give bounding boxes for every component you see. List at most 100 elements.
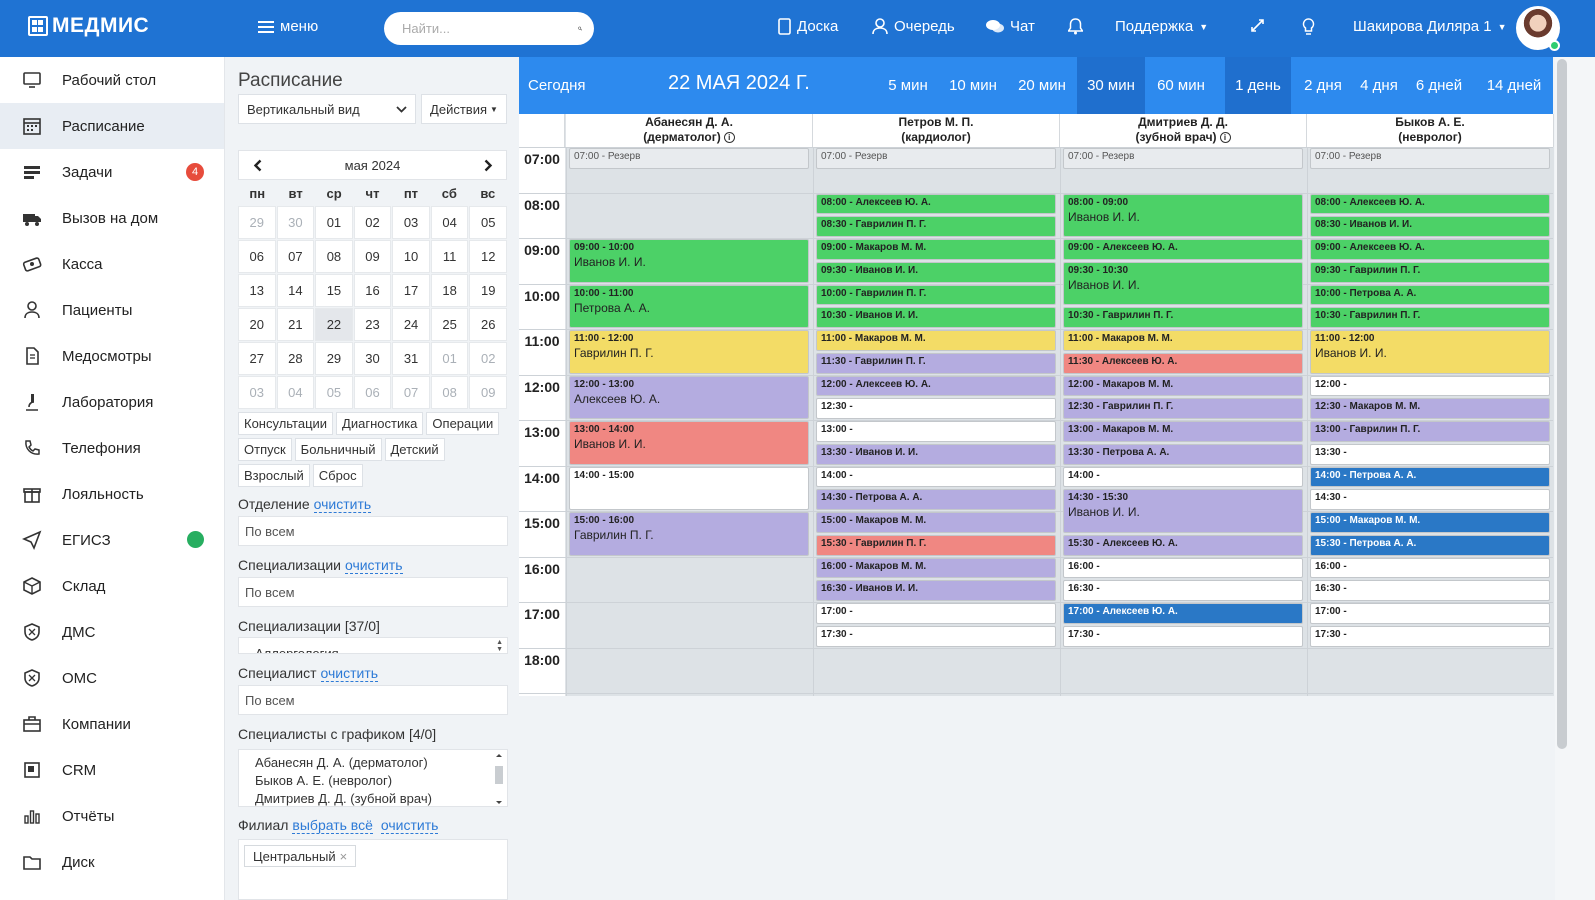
appointment-slot[interactable]: 10:30 - Иванов И. И. <box>816 307 1056 328</box>
appointment-slot[interactable]: 08:00 - 09:00 Иванов И. И. <box>1063 193 1303 237</box>
doctor-column-header[interactable]: Абанесян Д. А. (дерматолог) i <box>566 114 813 147</box>
calendar-day[interactable]: 15 <box>315 274 353 307</box>
appointment-slot[interactable]: 12:30 - Гаврилин П. Г. <box>1063 398 1303 419</box>
sidebar-item[interactable]: Пациенты <box>0 287 224 333</box>
specialist-select[interactable]: По всем <box>238 685 508 715</box>
filter-tag[interactable]: Консультации <box>238 412 334 435</box>
search-icon[interactable] <box>578 21 582 36</box>
sidebar-item[interactable]: Расписание <box>0 103 224 149</box>
nav-board[interactable]: Доска <box>778 18 838 35</box>
appointment-slot[interactable]: 08:00 - Алексеев Ю. А. <box>1310 193 1550 215</box>
nav-chat[interactable]: Чат <box>986 18 1035 35</box>
calendar-day[interactable]: 29 <box>238 206 276 239</box>
calendar-day[interactable]: 16 <box>353 274 392 307</box>
calendar-day[interactable]: 19 <box>469 274 507 307</box>
appointment-slot[interactable]: 14:00 - 15:00 <box>569 466 809 510</box>
sidebar-item[interactable]: Отчёты <box>0 793 224 839</box>
fullscreen-button[interactable] <box>1250 18 1265 33</box>
appointment-slot[interactable]: 09:30 - Иванов И. И. <box>816 261 1056 283</box>
appointment-slot[interactable]: 16:00 - Макаров М. М. <box>816 557 1056 579</box>
appointment-slot[interactable]: 07:00 - Резерв <box>816 148 1056 169</box>
calendar-day[interactable]: 18 <box>430 274 469 307</box>
department-clear-link[interactable]: очистить <box>313 496 372 513</box>
filter-tag[interactable]: Операции <box>426 412 500 435</box>
listbox-scrollbar[interactable] <box>493 752 505 806</box>
appointment-slot[interactable]: 10:30 - Гаврилин П. Г. <box>1063 307 1303 328</box>
calendar-day[interactable]: 21 <box>276 308 315 341</box>
sidebar-item[interactable]: Лаборатория <box>0 379 224 425</box>
appointment-slot[interactable]: 16:30 - <box>1310 580 1550 601</box>
appointment-slot[interactable]: 09:00 - 10:00 Иванов И. И. <box>569 239 809 283</box>
calendar-day[interactable]: 01 <box>430 342 469 375</box>
appointment-slot[interactable]: 13:00 - Гаврилин П. Г. <box>1310 421 1550 442</box>
appointment-slot[interactable]: 16:30 - <box>1063 580 1303 601</box>
scrollbar-thumb[interactable] <box>1557 59 1567 749</box>
range-button[interactable]: 2 дня <box>1293 57 1353 114</box>
calendar-day[interactable]: 26 <box>469 308 507 341</box>
calendar-day[interactable]: 02 <box>469 342 507 375</box>
appointment-slot[interactable]: 07:00 - Резерв <box>1310 148 1550 169</box>
menu-button[interactable]: меню <box>258 18 318 35</box>
branch-select[interactable]: Центральный × <box>238 839 508 900</box>
appointment-slot[interactable]: 16:00 - <box>1063 557 1303 579</box>
calendar-day[interactable]: 23 <box>353 308 392 341</box>
doctor-column-header[interactable]: Петров М. П. (кардиолог) <box>813 114 1060 147</box>
appointment-slot[interactable]: 15:00 - Макаров М. М. <box>816 512 1056 533</box>
range-button[interactable]: 4 дня <box>1349 57 1409 114</box>
calendar-day[interactable]: 17 <box>392 274 430 307</box>
branch-clear-link[interactable]: очистить <box>380 817 439 834</box>
appointment-slot[interactable]: 13:30 - Петрова А. А. <box>1063 443 1303 465</box>
department-select[interactable]: По всем <box>238 516 508 546</box>
sidebar-item[interactable]: Склад <box>0 563 224 609</box>
calendar-day[interactable]: 01 <box>315 206 353 239</box>
appointment-slot[interactable]: 09:00 - Алексеев Ю. А. <box>1310 239 1550 260</box>
calendar-day[interactable]: 13 <box>238 274 276 307</box>
calendar-day[interactable]: 06 <box>353 376 392 409</box>
range-button[interactable]: 14 дней <box>1479 57 1549 114</box>
user-menu[interactable]: Шакирова Диляра 1 ▼ <box>1353 18 1507 35</box>
remove-chip-icon[interactable]: × <box>340 849 348 864</box>
appointment-slot[interactable]: 08:30 - Гаврилин П. Г. <box>816 216 1056 237</box>
sidebar-item[interactable]: Рабочий стол <box>0 57 224 103</box>
sidebar-item[interactable]: ОМС <box>0 655 224 701</box>
appointment-slot[interactable]: 15:00 - 16:00 Гаврилин П. Г. <box>569 512 809 556</box>
appointment-slot[interactable]: 08:00 - Алексеев Ю. А. <box>816 193 1056 215</box>
appointment-slot[interactable]: 09:30 - 10:30 Иванов И. И. <box>1063 261 1303 306</box>
appointment-slot[interactable]: 17:00 - Алексеев Ю. А. <box>1063 603 1303 624</box>
specializations-select[interactable]: По всем <box>238 577 508 607</box>
appointment-slot[interactable]: 11:00 - Макаров М. М. <box>816 330 1056 351</box>
calendar-day[interactable]: 27 <box>238 342 276 375</box>
appointment-slot[interactable]: 17:00 - <box>816 603 1056 624</box>
info-icon[interactable]: i <box>1219 132 1231 143</box>
appointment-slot[interactable]: 17:30 - <box>816 625 1056 647</box>
interval-button[interactable]: 20 мин <box>1010 57 1074 114</box>
sidebar-item[interactable]: Телефония <box>0 425 224 471</box>
appointment-slot[interactable]: 11:00 - 12:00 Гаврилин П. Г. <box>569 330 809 374</box>
appointment-slot[interactable]: 17:00 - <box>1310 603 1550 624</box>
nav-queue[interactable]: Очередь <box>872 18 955 35</box>
appointment-slot[interactable]: 12:00 - <box>1310 375 1550 397</box>
calendar-day[interactable]: 28 <box>276 342 315 375</box>
notifications-button[interactable] <box>1068 18 1083 35</box>
calendar-day[interactable]: 08 <box>315 240 353 273</box>
appointment-slot[interactable]: 12:00 - Алексеев Ю. А. <box>816 375 1056 397</box>
interval-button[interactable]: 5 мин <box>876 57 940 114</box>
appointment-slot[interactable]: 14:30 - 15:30 Иванов И. И. <box>1063 489 1303 533</box>
sidebar-item[interactable]: Медосмотры <box>0 333 224 379</box>
list-item[interactable]: Быков А. Е. (невролог) <box>255 772 491 790</box>
appointment-slot[interactable]: 12:00 - 13:00 Алексеев Ю. А. <box>569 375 809 419</box>
appointment-slot[interactable]: 15:30 - Алексеев Ю. А. <box>1063 534 1303 556</box>
calendar-day[interactable]: 14 <box>276 274 315 307</box>
calendar-day[interactable]: 04 <box>430 206 469 239</box>
appointment-slot[interactable]: 14:30 - Петрова А. А. <box>816 489 1056 510</box>
filter-tag[interactable]: Детский <box>384 438 445 461</box>
calendar-day[interactable]: 09 <box>469 376 507 409</box>
calendar-day[interactable]: 07 <box>276 240 315 273</box>
info-icon[interactable]: i <box>723 132 735 143</box>
appointment-slot[interactable]: 17:30 - <box>1063 625 1303 647</box>
calendar-day[interactable]: 20 <box>238 308 276 341</box>
range-button[interactable]: 1 день <box>1225 57 1291 114</box>
prev-month-button[interactable] <box>239 151 275 179</box>
calendar-day[interactable]: 30 <box>353 342 392 375</box>
appointment-slot[interactable]: 10:00 - Гаврилин П. Г. <box>816 284 1056 306</box>
